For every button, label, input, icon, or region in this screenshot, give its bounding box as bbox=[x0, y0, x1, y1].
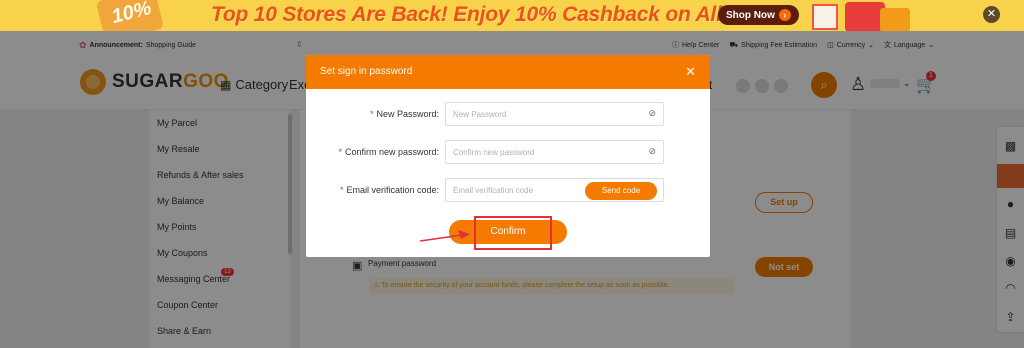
dialog-title: Set sign in password bbox=[320, 66, 413, 77]
new-password-row: * New Password: New Password ⊘ bbox=[306, 102, 710, 126]
gift-box-icon bbox=[880, 8, 910, 31]
dialog-header: Set sign in password ✕ bbox=[306, 55, 710, 89]
banner-headline: Top 10 Stores Are Back! Enjoy 10% Cashba… bbox=[211, 3, 782, 26]
shop-now-button[interactable]: Shop Now › bbox=[718, 5, 799, 25]
confirm-password-label-text: Confirm new password: bbox=[344, 147, 439, 157]
banner-discount-decoration: 10% bbox=[95, 0, 165, 31]
email-code-label-text: Email verification code: bbox=[346, 185, 439, 195]
new-password-input[interactable]: New Password ⊘ bbox=[445, 102, 664, 126]
promo-banner[interactable]: 10% Top 10 Stores Are Back! Enjoy 10% Ca… bbox=[0, 0, 1024, 31]
confirm-password-input[interactable]: Confirm new password ⊘ bbox=[445, 140, 664, 164]
email-code-label: * Email verification code: bbox=[340, 185, 439, 195]
email-code-row: * Email verification code: Email verifica… bbox=[306, 178, 710, 202]
email-code-placeholder: Email verification code bbox=[453, 186, 534, 195]
email-code-input[interactable]: Email verification code Send code bbox=[445, 178, 664, 202]
eye-off-icon[interactable]: ⊘ bbox=[648, 146, 656, 157]
new-password-label: * New Password: bbox=[370, 109, 439, 119]
required-marker: * bbox=[339, 185, 344, 195]
required-marker: * bbox=[369, 109, 374, 119]
confirm-password-placeholder: Confirm new password bbox=[453, 148, 535, 157]
pointer-arrow-icon bbox=[420, 230, 470, 242]
banner-discount-text: 10% bbox=[109, 0, 154, 29]
confirm-password-label: * Confirm new password: bbox=[338, 147, 439, 157]
eye-off-icon[interactable]: ⊘ bbox=[648, 108, 656, 119]
highlight-box bbox=[474, 216, 552, 250]
dialog-close-button[interactable]: ✕ bbox=[685, 64, 696, 80]
gift-box-icon bbox=[812, 4, 838, 30]
required-marker: * bbox=[338, 147, 342, 157]
arrow-right-icon: › bbox=[778, 9, 791, 21]
gift-box-icon bbox=[845, 2, 885, 31]
new-password-label-text: New Password: bbox=[376, 109, 439, 119]
send-code-button[interactable]: Send code bbox=[585, 182, 657, 200]
banner-close-button[interactable]: ✕ bbox=[983, 6, 1000, 23]
new-password-placeholder: New Password bbox=[453, 110, 507, 119]
shop-now-label: Shop Now bbox=[726, 9, 775, 21]
confirm-password-row: * Confirm new password: Confirm new passw… bbox=[306, 140, 710, 164]
